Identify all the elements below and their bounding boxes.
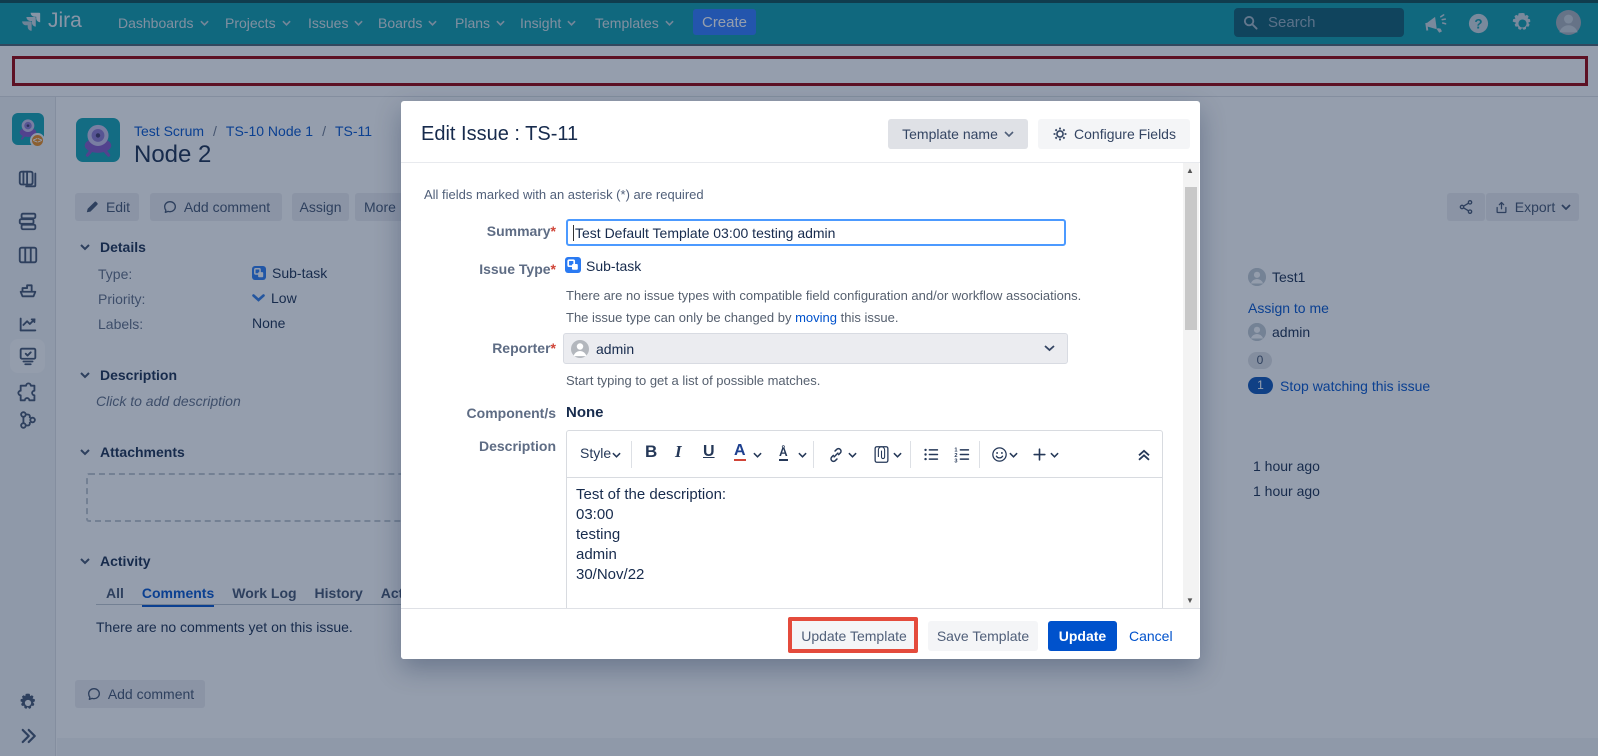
svg-text:3: 3 — [954, 458, 957, 463]
